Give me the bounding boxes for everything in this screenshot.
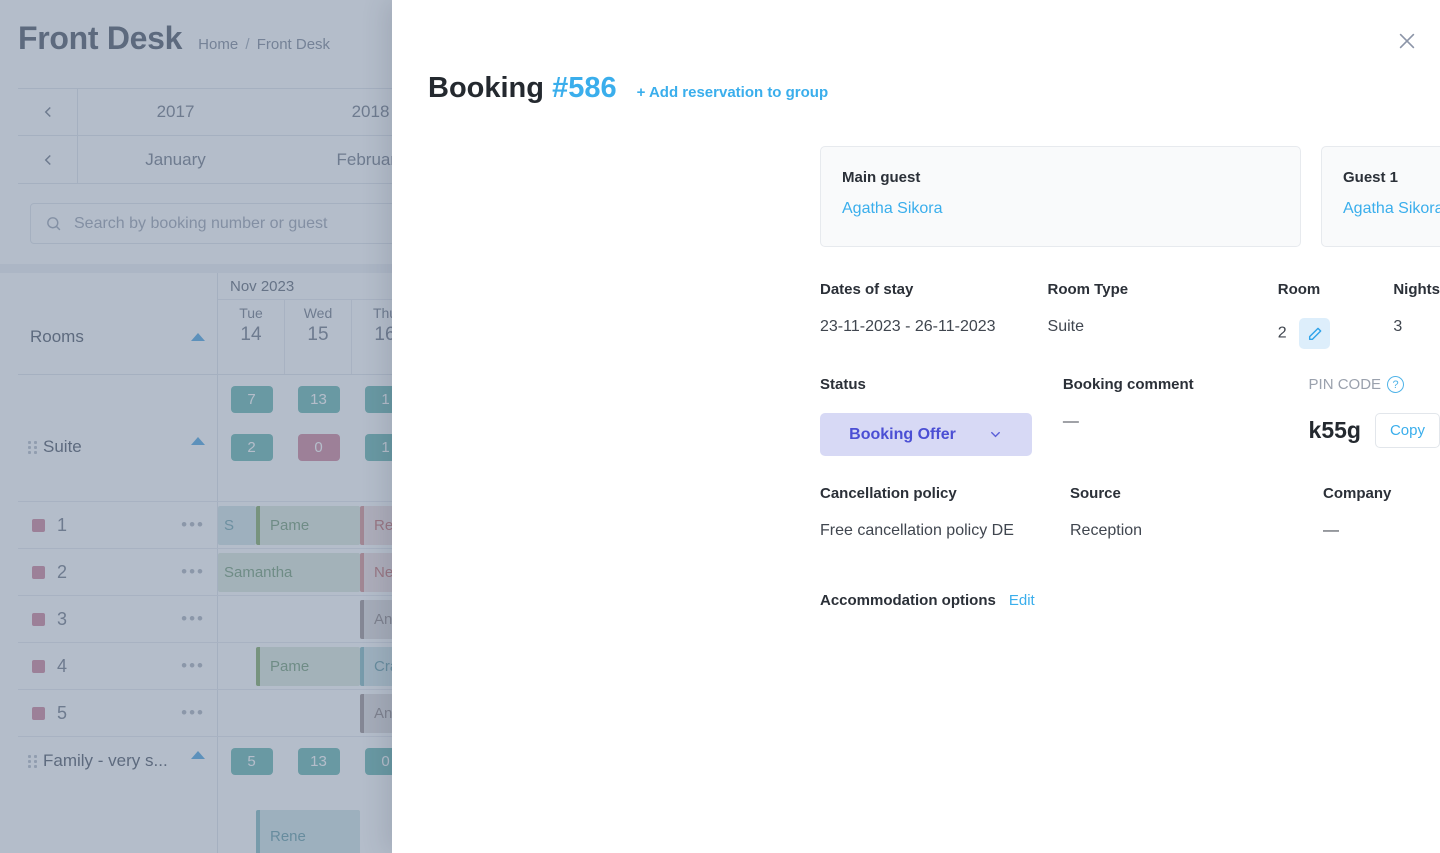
company-value: —	[1323, 522, 1339, 539]
screen: Front Desk Home / Front Desk 2017 2018 2…	[0, 0, 1440, 853]
main-guest-label: Main guest	[842, 169, 921, 186]
nights-value: 3	[1393, 318, 1403, 335]
status-dropdown[interactable]: Booking Offer	[820, 413, 1032, 456]
source-label: Source	[1070, 485, 1121, 502]
cancellation-policy-value: Free cancellation policy DE	[820, 522, 1014, 539]
help-icon[interactable]: ?	[1387, 376, 1405, 393]
booking-number: #586	[552, 72, 617, 104]
accommodation-edit-link[interactable]: Edit	[1009, 592, 1035, 609]
booking-title: Booking #586	[428, 72, 617, 105]
modal-header: Booking #586 + Add reservation to group	[428, 72, 828, 105]
dates-of-stay-label: Dates of stay	[820, 281, 914, 298]
info-row-policy: Cancellation policy Free cancellation po…	[820, 485, 1440, 540]
field-room: Room 2	[1278, 281, 1394, 349]
status-label: Status	[820, 376, 866, 393]
accommodation-options-row: Accommodation options Edit	[820, 592, 1035, 609]
guest-1-label: Guest 1	[1343, 169, 1399, 186]
pin-code-row: k55g Copy	[1309, 413, 1440, 448]
room-type-label: Room Type	[1047, 281, 1129, 298]
guest-1-name[interactable]: Agatha Sikora	[1343, 200, 1440, 218]
main-guest-name[interactable]: Agatha Sikora	[842, 200, 1300, 218]
chevron-down-icon	[990, 431, 1000, 438]
source-value: Reception	[1070, 522, 1143, 539]
booking-detail-modal: Booking #586 + Add reservation to group …	[392, 0, 1440, 853]
room-label: Room	[1277, 281, 1321, 298]
room-type-value: Suite	[1047, 318, 1084, 335]
info-row-stay: Dates of stay 23-11-2023 - 26-11-2023 Ro…	[820, 281, 1440, 349]
close-icon[interactable]	[1390, 24, 1424, 58]
pin-code-label-wrap: PIN CODE ?	[1309, 376, 1440, 393]
guest-1-card: Guest 1 Agatha Sikora	[1321, 146, 1440, 247]
booking-info-grid: Dates of stay 23-11-2023 - 26-11-2023 Ro…	[820, 281, 1440, 540]
info-row-status: Status Booking Offer Booking comment — P…	[820, 376, 1440, 456]
cancellation-policy-label: Cancellation policy	[820, 485, 957, 502]
accommodation-options-label: Accommodation options	[820, 592, 996, 609]
copy-pin-button[interactable]: Copy	[1374, 413, 1440, 448]
field-source: Source Reception	[1070, 485, 1323, 540]
main-guest-card: Main guest Agatha Sikora	[820, 146, 1301, 247]
company-label: Company	[1323, 485, 1392, 502]
field-nights: Nights 3	[1393, 281, 1440, 349]
add-reservation-to-group-link[interactable]: + Add reservation to group	[637, 84, 829, 101]
dates-of-stay-value: 23-11-2023 - 26-11-2023	[820, 318, 996, 335]
field-company: Company —	[1323, 485, 1391, 540]
field-booking-comment: Booking comment —	[1063, 376, 1309, 456]
pin-code-label: PIN CODE	[1308, 376, 1382, 393]
booking-comment-value: —	[1062, 413, 1079, 430]
field-status: Status Booking Offer	[820, 376, 1063, 456]
field-pin-code: PIN CODE ? k55g Copy	[1309, 376, 1440, 456]
field-room-type: Room Type Suite	[1048, 281, 1278, 349]
guest-cards: Main guest Agatha Sikora Guest 1 Agatha …	[820, 146, 1440, 247]
edit-room-pencil-icon[interactable]	[1299, 318, 1331, 349]
field-dates-of-stay: Dates of stay 23-11-2023 - 26-11-2023	[820, 281, 1048, 349]
room-value-wrap: 2	[1278, 318, 1394, 349]
field-cancellation-policy: Cancellation policy Free cancellation po…	[820, 485, 1070, 540]
room-value: 2	[1277, 324, 1287, 342]
nights-label: Nights	[1393, 281, 1440, 298]
pin-code-value: k55g	[1308, 417, 1361, 443]
booking-comment-label: Booking comment	[1062, 376, 1194, 393]
booking-title-prefix: Booking	[428, 72, 544, 104]
status-value: Booking Offer	[849, 425, 956, 443]
